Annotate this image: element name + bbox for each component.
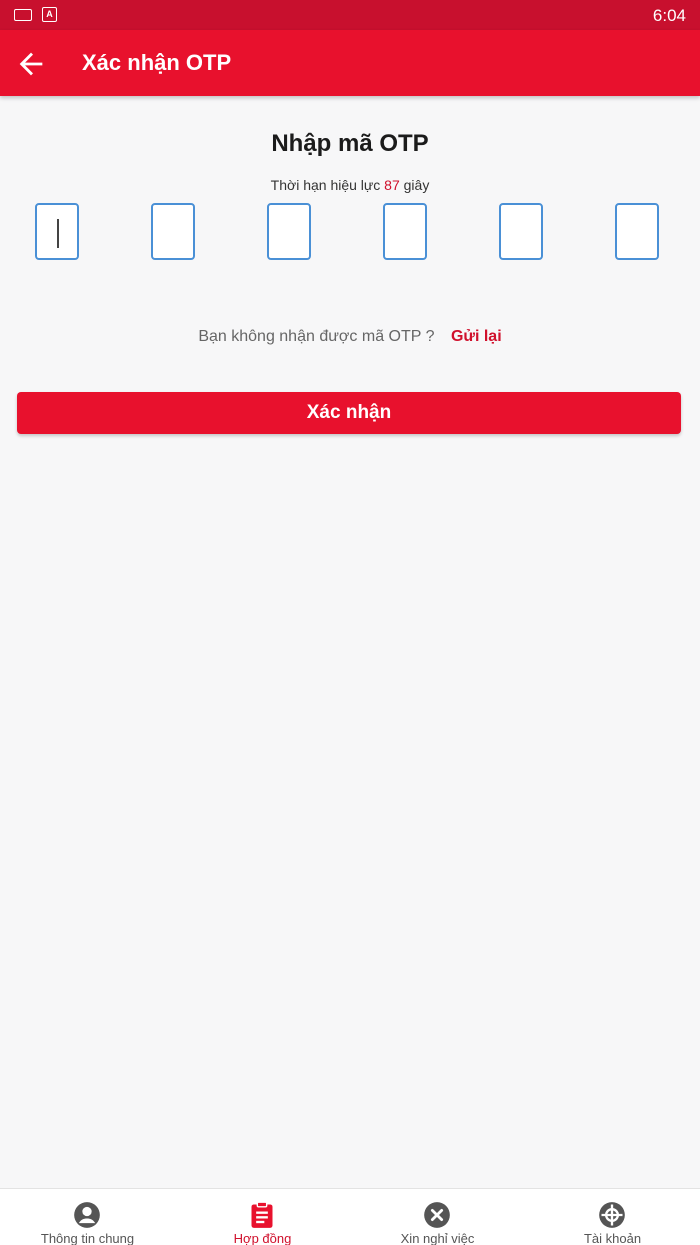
status-time: 6:04 [652,6,686,25]
resend-row: Bạn không nhận được mã OTP ? Gửi lại [0,328,700,346]
otp-input-row [35,203,665,264]
nav-item-account[interactable]: Tài khoản [525,1189,700,1245]
nav-item-contract[interactable]: Hợp đồng [175,1189,350,1245]
back-button[interactable] [14,47,48,81]
validity-prefix: Thời hạn hiệu lực [270,177,381,193]
otp-digit-2[interactable] [151,203,195,260]
resend-question: Bạn không nhận được mã OTP ? [198,328,435,345]
nav-label: Hợp đồng [233,1231,292,1245]
status-icons: A [14,7,57,22]
close-circle-icon [424,1202,450,1228]
nav-item-resignation[interactable]: Xin nghỉ việc [350,1189,525,1245]
otp-digit-6[interactable] [615,203,659,260]
arrow-left-icon [19,52,43,76]
otp-validity: Thời hạn hiệu lực 87 giây [0,177,700,193]
keyboard-icon [14,8,32,21]
page-title: Xác nhận OTP [82,50,232,75]
nav-label: Tài khoản [583,1231,642,1245]
nav-item-general-info[interactable]: Thông tin chung [0,1189,175,1245]
otp-digit-4[interactable] [383,203,427,260]
text-caret [57,219,59,248]
otp-heading: Nhập mã OTP [271,130,429,157]
bottom-nav: Thông tin chung Hợp đồng Xin nghỉ việc T… [0,1188,700,1245]
notification-a-icon: A [42,7,57,22]
app-bar: Xác nhận OTP [0,30,700,96]
validity-seconds: 87 [384,177,400,193]
resend-link[interactable]: Gửi lại [451,328,502,345]
clipboard-icon [251,1201,273,1228]
status-bar: A 6:04 [0,0,700,30]
otp-digit-5[interactable] [499,203,543,260]
nav-label: Thông tin chung [40,1231,135,1245]
confirm-button[interactable]: Xác nhận [17,392,681,434]
validity-suffix: giây [403,177,430,193]
otp-digit-1[interactable] [35,203,79,260]
user-circle-icon [74,1202,100,1228]
otp-digit-3[interactable] [267,203,311,260]
nav-label: Xin nghỉ việc [400,1231,475,1245]
account-icon [599,1202,625,1228]
